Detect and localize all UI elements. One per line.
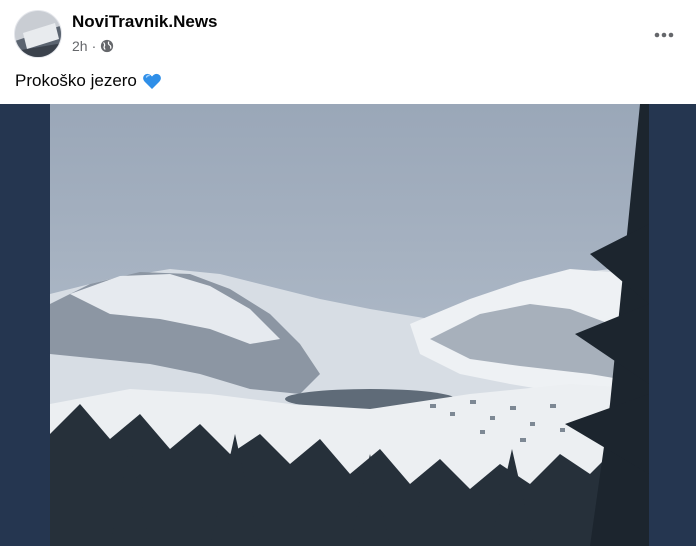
post-time[interactable]: 2h <box>72 38 88 54</box>
page-name[interactable]: NoviTravnik.News <box>72 12 218 32</box>
post-header: NoviTravnik.News 2h · <box>0 0 696 62</box>
avatar[interactable] <box>14 10 62 58</box>
more-horizontal-icon <box>654 25 674 43</box>
blue-heart-icon <box>142 71 162 91</box>
post-caption: Prokoško jezero <box>15 68 162 94</box>
meta-separator: · <box>91 38 97 54</box>
caption-text: Prokoško jezero <box>15 71 137 90</box>
post-photo[interactable] <box>50 104 649 546</box>
post-media <box>0 104 696 546</box>
post-meta: 2h · <box>72 37 114 55</box>
globe-icon[interactable] <box>100 39 114 53</box>
more-options-button[interactable] <box>646 16 682 52</box>
